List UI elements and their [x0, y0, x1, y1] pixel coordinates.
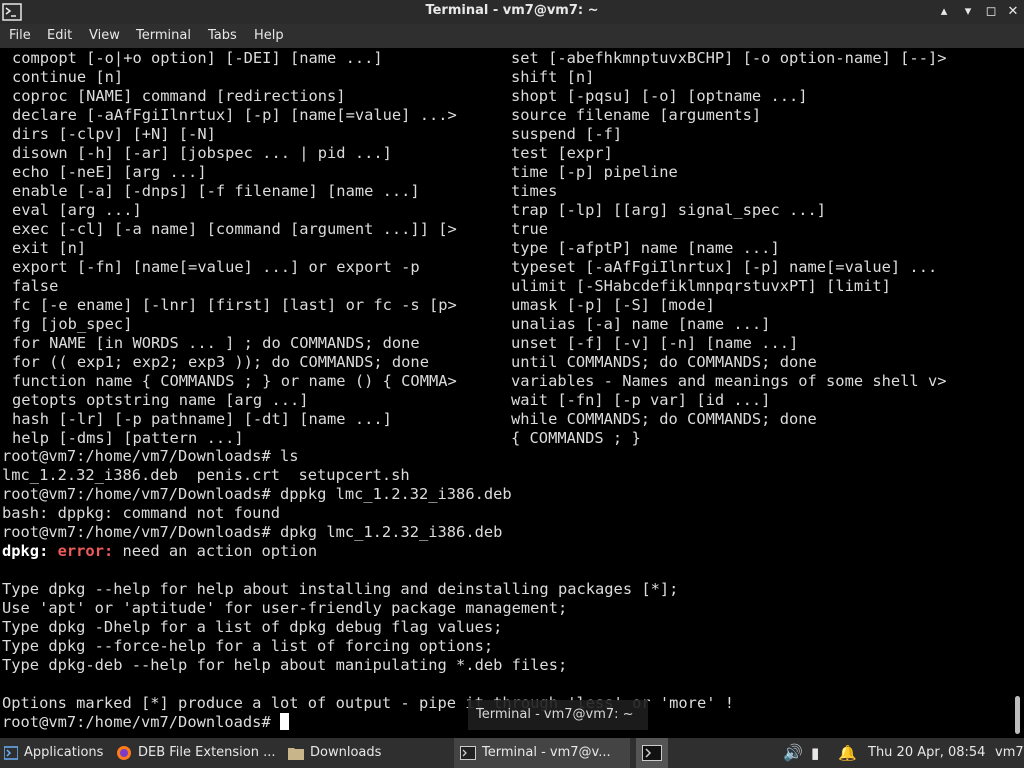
- text-cursor: [280, 713, 289, 730]
- help-entry-right: shift [n]: [511, 68, 595, 86]
- help-entry-right: { COMMANDS ; }: [511, 429, 641, 447]
- help-entry-right: unset [-f] [-v] [-n] [name ...]: [511, 334, 799, 352]
- dpkg-help-line: Type dpkg --help for help about installi…: [2, 580, 679, 598]
- files-task-button[interactable]: Downloads: [282, 738, 458, 768]
- terminal-icon: [460, 745, 476, 760]
- help-entry-left: export [-fn] [name[=value] ...] or expor…: [12, 258, 420, 276]
- help-entry-left: fc [-e ename] [-lnr] [first] [last] or f…: [12, 296, 457, 314]
- help-entry-left: for (( exp1; exp2; exp3 )); do COMMANDS;…: [12, 353, 429, 371]
- help-entry-left: declare [-aAfFgiIlnrtux] [-p] [name[=val…: [12, 106, 457, 124]
- current-prompt[interactable]: root@vm7:/home/vm7/Downloads#: [2, 713, 289, 732]
- close-button[interactable]: ✕: [1003, 2, 1023, 22]
- help-entry-left: getopts optstring name [arg ...]: [12, 391, 309, 409]
- error-label: error:: [57, 542, 114, 560]
- help-entry-right: variables - Names and meanings of some s…: [511, 372, 947, 390]
- bash-error: bash: dppkg: command not found: [2, 504, 280, 522]
- help-entry-right: type [-afptP] name [name ...]: [511, 239, 780, 257]
- volume-icon[interactable]: 🔊: [783, 738, 803, 768]
- help-entry-left: disown [-h] [-ar] [jobspec ... | pid ...…: [12, 144, 392, 162]
- shade-button[interactable]: ▴: [934, 2, 954, 22]
- terminal-scrollbar[interactable]: [1012, 48, 1024, 738]
- firefox-task-button[interactable]: DEB File Extension ...: [110, 738, 286, 768]
- help-entry-left: help [-dms] [pattern ...]: [12, 429, 244, 447]
- applications-menu-button[interactable]: Applications: [0, 738, 112, 768]
- minimize-button[interactable]: ▾: [958, 2, 978, 22]
- window-titlebar[interactable]: Terminal - vm7@vm7: ~ ▴ ▾ ◻ ✕: [0, 0, 1024, 24]
- help-entry-left: compopt [-o|+o option] [-DEI] [name ...]: [12, 49, 383, 67]
- dpkg-error-line: dpkg: error: need an action option: [2, 542, 317, 561]
- dpkg-help-line: Type dpkg-deb --help for help about mani…: [2, 656, 568, 674]
- terminal-icon: [642, 745, 662, 761]
- help-entry-right: unalias [-a] name [name ...]: [511, 315, 771, 333]
- help-entry-left: coproc [NAME] command [redirections]: [12, 87, 346, 105]
- menu-file[interactable]: File: [9, 28, 31, 43]
- window-title: Terminal - vm7@vm7: ~: [425, 3, 599, 18]
- help-entry-right: ulimit [-SHabcdefiklmnpqrstuvxPT] [limit…: [511, 277, 891, 295]
- help-entry-left: for NAME [in WORDS ... ] ; do COMMANDS; …: [12, 334, 420, 352]
- help-entry-left: continue [n]: [12, 68, 124, 86]
- maximize-button[interactable]: ◻: [981, 2, 1001, 22]
- error-message: need an action option: [122, 542, 318, 560]
- taskbar-tooltip: Terminal - vm7@vm7: ~: [468, 700, 648, 730]
- help-entry-right: until COMMANDS; do COMMANDS; done: [511, 353, 817, 371]
- help-entry-left: function name { COMMANDS ; } or name () …: [12, 372, 457, 390]
- help-entry-right: umask [-p] [-S] [mode]: [511, 296, 715, 314]
- applications-icon: [4, 745, 18, 760]
- help-entry-right: while COMMANDS; do COMMANDS; done: [511, 410, 817, 428]
- help-entry-right: true: [511, 220, 549, 238]
- help-entry-left: dirs [-clpv] [+N] [-N]: [12, 125, 216, 143]
- notification-bell-icon[interactable]: 🔔: [838, 738, 857, 768]
- ls-output: lmc_1.2.32_i386.deb penis.crt setupcert.…: [2, 466, 410, 484]
- help-entry-right: shopt [-pqsu] [-o] [optname ...]: [511, 87, 808, 105]
- prompt-line: root@vm7:/home/vm7/Downloads# ls: [2, 447, 299, 465]
- dpkg-help-line: Type dpkg -Dhelp for a list of dpkg debu…: [2, 618, 503, 636]
- help-entry-right: typeset [-aAfFgiIlnrtux] [-p] name[=valu…: [511, 258, 938, 276]
- help-entry-right: time [-p] pipeline: [511, 163, 678, 181]
- help-entry-right: trap [-lp] [[arg] signal_spec ...]: [511, 201, 827, 219]
- terminal-output[interactable]: compopt [-o|+o option] [-DEI] [name ...]…: [0, 48, 1012, 738]
- workspace-switcher[interactable]: [636, 738, 668, 768]
- help-entry-right: times: [511, 182, 558, 200]
- help-entry-left: exec [-cl] [-a name] [command [argument …: [12, 220, 457, 238]
- user-menu[interactable]: vm7: [995, 738, 1024, 768]
- dpkg-help-line: Type dpkg --force-help for a list of for…: [2, 637, 494, 655]
- folder-icon: [288, 747, 304, 760]
- help-entry-left: eval [arg ...]: [12, 201, 142, 219]
- help-entry-left: false: [12, 277, 59, 295]
- clock[interactable]: Thu 20 Apr, 08:54: [868, 738, 985, 768]
- help-entry-left: fg [job_spec]: [12, 315, 133, 333]
- prompt-line: root@vm7:/home/vm7/Downloads# dppkg lmc_…: [2, 485, 512, 503]
- battery-icon[interactable]: ▮: [811, 738, 819, 768]
- menu-bar: File Edit View Terminal Tabs Help: [0, 24, 1024, 48]
- help-entry-right: test [expr]: [511, 144, 613, 162]
- menu-help[interactable]: Help: [254, 28, 284, 43]
- dpkg-help-line: Use 'apt' or 'aptitude' for user-friendl…: [2, 599, 568, 617]
- help-entry-right: suspend [-f]: [511, 125, 623, 143]
- help-entry-left: exit [n]: [12, 239, 87, 257]
- taskbar: Applications DEB File Extension ... Down…: [0, 738, 1024, 768]
- help-entry-right: source filename [arguments]: [511, 106, 762, 124]
- menu-tabs[interactable]: Tabs: [208, 28, 237, 43]
- dpkg-label: dpkg:: [2, 542, 49, 560]
- help-entry-right: wait [-fn] [-p var] [id ...]: [511, 391, 771, 409]
- help-entry-left: echo [-neE] [arg ...]: [12, 163, 207, 181]
- help-entry-right: set [-abefhkmnptuvxBCHP] [-o option-name…: [511, 49, 947, 67]
- menu-edit[interactable]: Edit: [47, 28, 72, 43]
- scrollbar-thumb[interactable]: [1015, 696, 1020, 734]
- help-entry-left: enable [-a] [-dnps] [-f filename] [name …: [12, 182, 420, 200]
- help-entry-left: hash [-lr] [-p pathname] [-dt] [name ...…: [12, 410, 392, 428]
- firefox-icon: [117, 745, 131, 760]
- prompt-line: root@vm7:/home/vm7/Downloads# dpkg lmc_1…: [2, 523, 503, 541]
- menu-terminal[interactable]: Terminal: [136, 28, 191, 43]
- terminal-task-button[interactable]: Terminal - vm7@v...: [454, 738, 630, 768]
- menu-view[interactable]: View: [89, 28, 120, 43]
